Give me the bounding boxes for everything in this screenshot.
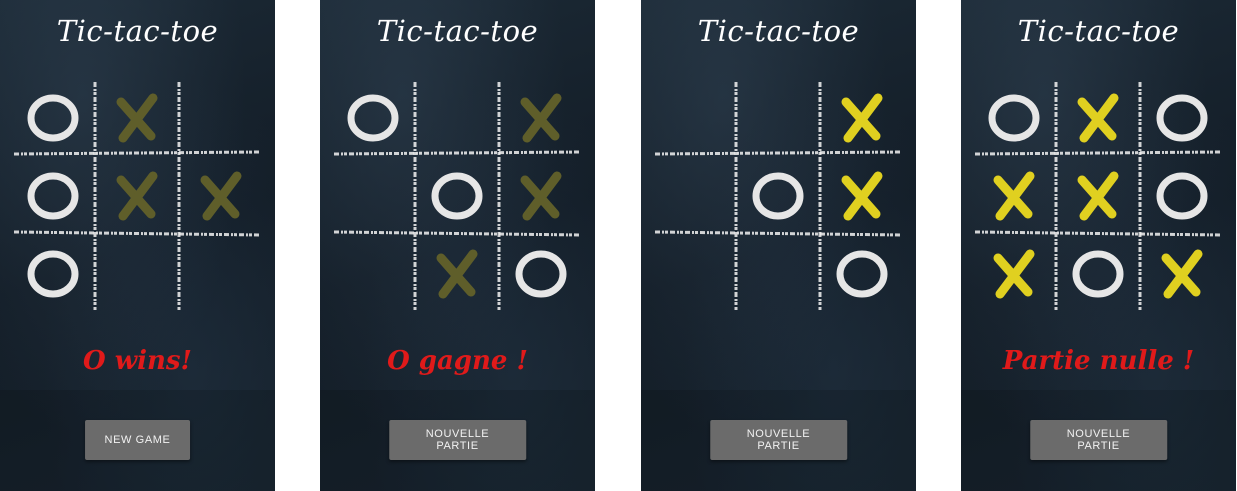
game-screen-4: Tic-tac-toe Partie nulle ! NOUVELLE PART… [961, 0, 1236, 491]
board-cell-0-0[interactable] [655, 82, 733, 154]
board-cell-2-2[interactable] [502, 238, 580, 310]
o-mark-icon [1156, 172, 1208, 220]
o-mark-icon [27, 172, 79, 220]
new-game-button[interactable]: NOUVELLE PARTIE [709, 420, 848, 460]
x-mark-icon [993, 249, 1035, 299]
board-cell-1-1[interactable] [1059, 160, 1137, 232]
o-mark-icon [515, 250, 567, 298]
board-cell-1-0[interactable] [975, 160, 1053, 232]
result-message: O gagne ! [387, 346, 528, 376]
board-cell-0-2[interactable] [502, 82, 580, 154]
o-mark-icon [988, 94, 1040, 142]
board-cell-0-1[interactable] [98, 82, 176, 154]
game-screen-3: Tic-tac-toe NOUVELLE PARTIE [641, 0, 916, 491]
game-board [334, 82, 580, 310]
x-mark-icon [841, 93, 883, 143]
x-mark-dim-icon [116, 171, 158, 221]
board-cell-1-2[interactable] [182, 160, 260, 232]
board-cell-2-0[interactable] [655, 238, 733, 310]
board-cell-2-1[interactable] [98, 238, 176, 310]
board-cell-1-1[interactable] [98, 160, 176, 232]
board-cell-2-2[interactable] [1143, 238, 1221, 310]
new-game-button[interactable]: NOUVELLE PARTIE [388, 420, 527, 460]
board-cell-2-2[interactable] [823, 238, 901, 310]
new-game-button[interactable]: NEW GAME [84, 420, 191, 460]
game-board [975, 82, 1221, 310]
o-mark-icon [27, 250, 79, 298]
app-title: Tic-tac-toe [697, 14, 860, 48]
board-cell-2-1[interactable] [739, 238, 817, 310]
board-cell-2-0[interactable] [334, 238, 412, 310]
board-cell-0-1[interactable] [739, 82, 817, 154]
new-game-button[interactable]: NOUVELLE PARTIE [1029, 420, 1168, 460]
app-title: Tic-tac-toe [376, 14, 539, 48]
board-cell-1-0[interactable] [14, 160, 92, 232]
x-mark-dim-icon [520, 171, 562, 221]
board-cell-1-0[interactable] [334, 160, 412, 232]
x-mark-dim-icon [116, 93, 158, 143]
game-board [14, 82, 260, 310]
board-cell-0-2[interactable] [182, 82, 260, 154]
game-board [655, 82, 901, 310]
o-mark-icon [752, 172, 804, 220]
x-mark-icon [993, 171, 1035, 221]
board-cell-1-1[interactable] [418, 160, 496, 232]
x-mark-icon [1161, 249, 1203, 299]
x-mark-dim-icon [520, 93, 562, 143]
board-cell-2-0[interactable] [975, 238, 1053, 310]
board-cell-0-0[interactable] [14, 82, 92, 154]
x-mark-dim-icon [200, 171, 242, 221]
board-cell-0-2[interactable] [1143, 82, 1221, 154]
board-cell-0-0[interactable] [334, 82, 412, 154]
app-title: Tic-tac-toe [1017, 14, 1180, 48]
board-cell-2-0[interactable] [14, 238, 92, 310]
o-mark-icon [431, 172, 483, 220]
board-cell-2-1[interactable] [418, 238, 496, 310]
o-mark-icon [1156, 94, 1208, 142]
x-mark-icon [1077, 171, 1119, 221]
board-cell-2-2[interactable] [182, 238, 260, 310]
app-title: Tic-tac-toe [56, 14, 219, 48]
board-cell-0-0[interactable] [975, 82, 1053, 154]
o-mark-icon [27, 94, 79, 142]
x-mark-icon [1077, 93, 1119, 143]
board-cell-0-1[interactable] [418, 82, 496, 154]
game-screen-1: Tic-tac-toe O wins! NEW GAME [0, 0, 275, 491]
game-screen-2: Tic-tac-toe O gagne ! NOUVELLE PARTIE [320, 0, 595, 491]
board-cell-1-2[interactable] [502, 160, 580, 232]
board-cell-1-2[interactable] [1143, 160, 1221, 232]
board-cell-0-1[interactable] [1059, 82, 1137, 154]
board-cell-1-2[interactable] [823, 160, 901, 232]
result-message: Partie nulle ! [1002, 346, 1195, 376]
x-mark-dim-icon [436, 249, 478, 299]
board-cell-0-2[interactable] [823, 82, 901, 154]
board-cell-2-1[interactable] [1059, 238, 1137, 310]
result-message: O wins! [83, 346, 192, 376]
board-cell-1-1[interactable] [739, 160, 817, 232]
o-mark-icon [836, 250, 888, 298]
board-cell-1-0[interactable] [655, 160, 733, 232]
o-mark-icon [1072, 250, 1124, 298]
x-mark-icon [841, 171, 883, 221]
o-mark-icon [347, 94, 399, 142]
